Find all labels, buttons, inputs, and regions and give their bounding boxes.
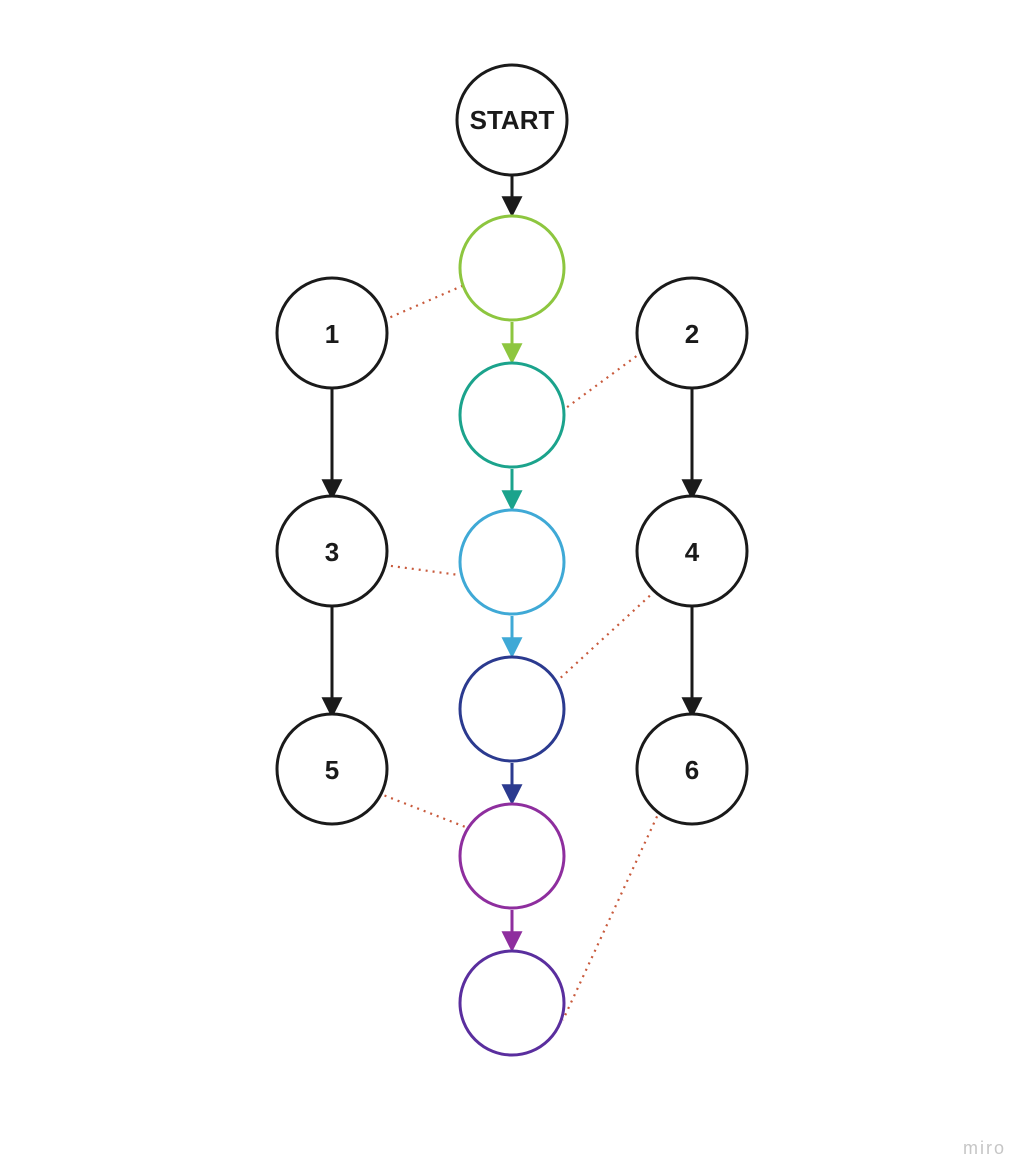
node-start: START — [457, 65, 567, 175]
node-n1-label: 1 — [325, 319, 339, 349]
node-n1: 1 — [277, 278, 387, 388]
node-n4-label: 4 — [685, 537, 700, 567]
edge-n5-c5 — [378, 793, 468, 828]
edge-n4-c4 — [556, 591, 655, 682]
node-c4 — [460, 657, 564, 761]
edge-n1-c1 — [384, 286, 462, 320]
node-n6-label: 6 — [685, 755, 699, 785]
node-n3-label: 3 — [325, 537, 339, 567]
node-c6 — [460, 951, 564, 1055]
node-c2 — [460, 363, 564, 467]
node-n5-label: 5 — [325, 755, 339, 785]
node-n2-label: 2 — [685, 319, 699, 349]
node-c1 — [460, 216, 564, 320]
node-c3 — [460, 510, 564, 614]
node-n2: 2 — [637, 278, 747, 388]
flowchart-diagram: START 1 3 5 2 4 — [0, 0, 1024, 1171]
edge-n6-c6 — [563, 810, 660, 1020]
node-start-label: START — [470, 105, 555, 135]
miro-watermark: miro — [963, 1138, 1006, 1159]
edge-n3-c3 — [384, 565, 459, 575]
node-n6: 6 — [637, 714, 747, 824]
node-n5: 5 — [277, 714, 387, 824]
node-n4: 4 — [637, 496, 747, 606]
edge-n2-c2 — [566, 352, 642, 408]
node-n3: 3 — [277, 496, 387, 606]
node-c5 — [460, 804, 564, 908]
